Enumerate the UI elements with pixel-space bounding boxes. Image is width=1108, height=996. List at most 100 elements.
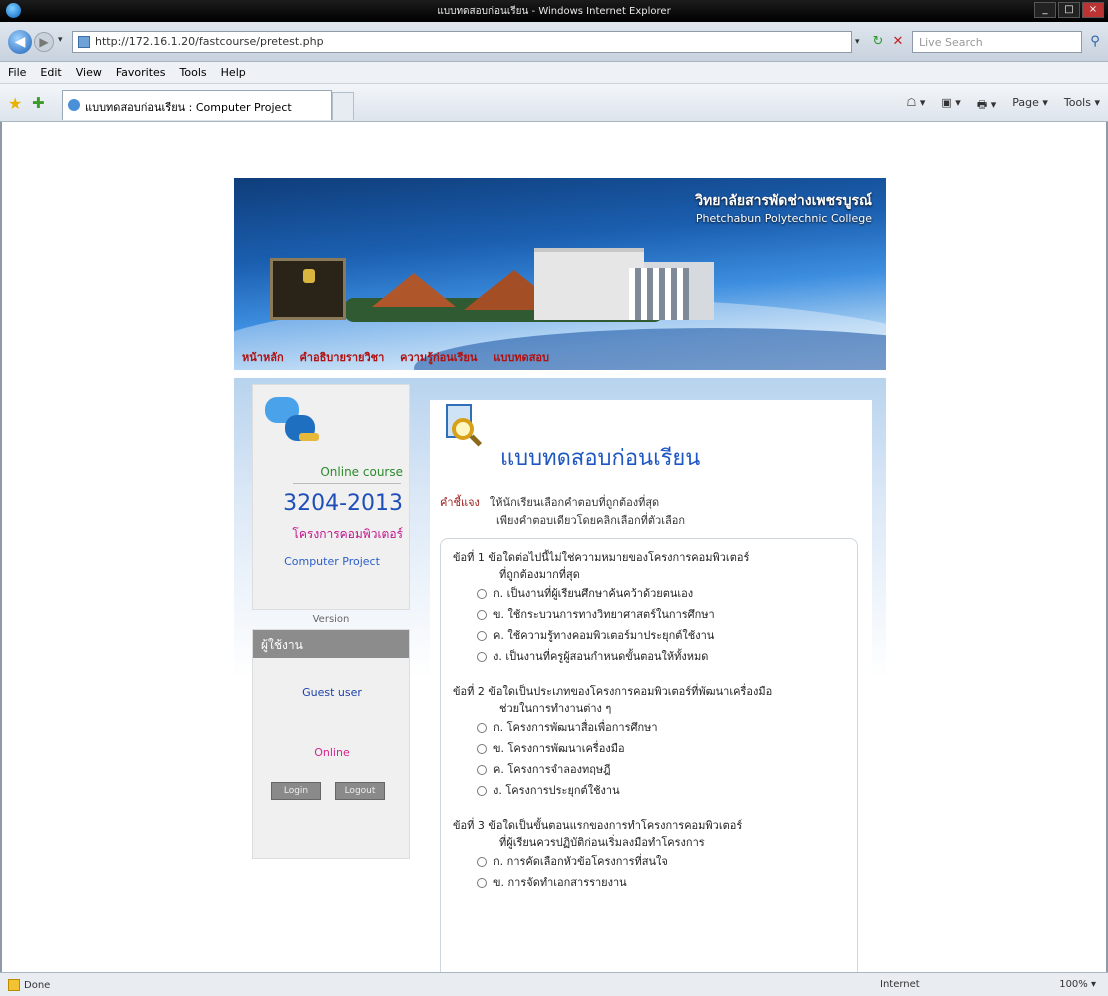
search-icon[interactable]: ⚲	[1086, 33, 1104, 51]
stop-icon[interactable]: ✕	[890, 34, 906, 50]
option-q1-a[interactable]: ก. เป็นงานที่ผู้เรียนศึกษาค้นคว้าด้วยตนเ…	[453, 583, 857, 604]
close-button[interactable]: ×	[1082, 2, 1104, 18]
option-q3-a[interactable]: ก. การคัดเลือกหัวข้อโครงการที่สนใจ	[453, 851, 857, 872]
question-text-cont: ที่ถูกต้องมากที่สุด	[499, 568, 580, 581]
content-area: Online course 3204-2013 โครงการคอมพิวเตอ…	[234, 378, 886, 972]
question-text: ข้อที่ 1 ข้อใดต่อไปนี้ไม่ใช่ความหมายของโ…	[453, 551, 750, 564]
course-code: 3204-2013	[283, 491, 403, 516]
version-text: Version	[312, 614, 350, 625]
page-icon	[78, 36, 90, 48]
menu-tools[interactable]: Tools	[180, 66, 207, 83]
add-favorites-icon[interactable]: ✚	[32, 94, 45, 112]
nav-test[interactable]: แบบทดสอบ	[493, 351, 549, 364]
page-status-icon	[8, 979, 20, 991]
tab-label: แบบทดสอบก่อนเรียน : Computer Project	[85, 101, 292, 114]
radio-button[interactable]	[477, 651, 487, 662]
security-zone[interactable]: Internet	[880, 979, 920, 990]
instruction: คำชี้แจง ให้นักเรียนเลือกคำตอบที่ถูกต้องท…	[440, 494, 860, 530]
question-text-cont: ที่ผู้เรียนควรปฏิบัติก่อนเริ่มลงมือทำโคร…	[499, 836, 705, 849]
window-controls: _ □ ×	[1034, 2, 1104, 18]
window-titlebar: แบบทดสอบก่อนเรียน - Windows Internet Exp…	[0, 0, 1108, 22]
site-nav: หน้าหลัก คำอธิบายรายวิชา ความรู้ก่อนเรีย…	[242, 348, 561, 366]
magnifier-document-icon	[444, 404, 484, 450]
nav-home[interactable]: หน้าหลัก	[242, 351, 284, 364]
menu-help[interactable]: Help	[221, 66, 246, 83]
online-course-label: Online course	[320, 465, 403, 479]
main-content: แบบทดสอบก่อนเรียน คำชี้แจง ให้นักเรียนเลื…	[430, 400, 872, 972]
radio-button[interactable]	[477, 588, 487, 599]
menu-file[interactable]: File	[8, 66, 26, 83]
page-menu-button[interactable]: Page ▾	[1012, 96, 1048, 115]
instruction-label: คำชี้แจง	[440, 496, 480, 509]
question-panel: ข้อที่ 1 ข้อใดต่อไปนี้ไม่ใช่ความหมายของโ…	[440, 538, 858, 972]
url-text: http://172.16.1.20/fastcourse/pretest.ph…	[95, 35, 324, 48]
home-button[interactable]: ☖ ▾	[907, 96, 926, 115]
status-bar: Done Internet 100% ▾	[0, 972, 1108, 996]
print-button[interactable]: 🖶 ▾	[977, 96, 996, 115]
question-text-cont: ช่วยในการทำงานต่าง ๆ	[499, 702, 612, 715]
left-sidebar: Online course 3204-2013 โครงการคอมพิวเตอ…	[252, 384, 412, 859]
login-button[interactable]: Login	[271, 782, 321, 800]
online-chat-icon	[265, 397, 323, 449]
search-input[interactable]: Live Search	[912, 31, 1082, 53]
college-sign-image	[270, 258, 346, 320]
login-user: Guest user	[302, 686, 362, 699]
tab-current[interactable]: แบบทดสอบก่อนเรียน : Computer Project	[62, 90, 332, 120]
course-name-en: Computer Project	[284, 555, 380, 568]
menu-bar: File Edit View Favorites Tools Help	[0, 62, 1108, 84]
tools-menu-button[interactable]: Tools ▾	[1064, 96, 1100, 115]
banner-title: วิทยาลัยสารพัดช่างเพชรบูรณ์ Phetchabun P…	[695, 192, 872, 228]
option-q1-d[interactable]: ง. เป็นงานที่ครูผู้สอนกำหนดขั้นตอนให้ทั้…	[453, 646, 857, 667]
menu-favorites[interactable]: Favorites	[116, 66, 166, 83]
option-q2-b[interactable]: ข. โครงการพัฒนาเครื่องมือ	[453, 738, 857, 759]
radio-button[interactable]	[477, 877, 487, 888]
login-box: ผู้ใช้งาน Guest user Online Login Logout	[252, 629, 410, 859]
radio-button[interactable]	[477, 722, 487, 733]
nav-course-description[interactable]: คำอธิบายรายวิชา	[299, 351, 384, 364]
radio-button[interactable]	[477, 630, 487, 641]
address-dropdown-icon[interactable]: ▾	[855, 34, 867, 50]
option-q2-a[interactable]: ก. โครงการพัฒนาสื่อเพื่อการศึกษา	[453, 717, 857, 738]
course-info-box: Online course 3204-2013 โครงการคอมพิวเตอ…	[252, 384, 410, 610]
address-input[interactable]: http://172.16.1.20/fastcourse/pretest.ph…	[72, 31, 852, 53]
course-name-th: โครงการคอมพิวเตอร์	[292, 527, 403, 541]
question-text: ข้อที่ 2 ข้อใดเป็นประเภทของโครงการคอมพิว…	[453, 685, 773, 698]
login-status: Online	[314, 746, 350, 759]
logout-button[interactable]: Logout	[335, 782, 385, 800]
radio-button[interactable]	[477, 743, 487, 754]
menu-edit[interactable]: Edit	[40, 66, 61, 83]
college-name-th: วิทยาลัยสารพัดช่างเพชรบูรณ์	[695, 193, 872, 209]
radio-button[interactable]	[477, 609, 487, 620]
radio-button[interactable]	[477, 764, 487, 775]
feeds-button[interactable]: ▣ ▾	[941, 96, 960, 115]
radio-button[interactable]	[477, 785, 487, 796]
favorites-star-icon[interactable]: ★	[8, 94, 22, 113]
radio-button[interactable]	[477, 856, 487, 867]
instruction-line-2: เพียงคำตอบเดียวโดยคลิกเลือกที่ตัวเลือก	[496, 514, 685, 527]
option-q2-d[interactable]: ง. โครงการประยุกต์ใช้งาน	[453, 780, 857, 801]
question-text: ข้อที่ 3 ข้อใดเป็นขั้นตอนแรกของการทำโครง…	[453, 819, 743, 832]
question-3: ข้อที่ 3 ข้อใดเป็นขั้นตอนแรกของการทำโครง…	[453, 817, 857, 893]
zoom-level[interactable]: 100% ▾	[1059, 979, 1096, 990]
page-title: แบบทดสอบก่อนเรียน	[500, 446, 701, 471]
nav-prior-knowledge[interactable]: ความรู้ก่อนเรียน	[400, 351, 477, 364]
command-bar: ☖ ▾ ▣ ▾ 🖶 ▾ Page ▾ Tools ▾	[907, 96, 1101, 115]
option-q2-c[interactable]: ค. โครงการจำลองทฤษฎี	[453, 759, 857, 780]
refresh-icon[interactable]: ↻	[870, 34, 886, 50]
history-dropdown-icon[interactable]: ▾	[58, 35, 63, 45]
question-2: ข้อที่ 2 ข้อใดเป็นประเภทของโครงการคอมพิว…	[453, 683, 857, 801]
maximize-button[interactable]: □	[1058, 2, 1080, 18]
new-tab-button[interactable]	[332, 92, 354, 120]
login-buttons: Login Logout	[271, 782, 385, 800]
option-q1-b[interactable]: ข. ใช้กระบวนการทางวิทยาศาสตร์ในการศึกษา	[453, 604, 857, 625]
college-banner: วิทยาลัยสารพัดช่างเพชรบูรณ์ Phetchabun P…	[234, 178, 886, 370]
address-toolbar: ◀ ▶ ▾ http://172.16.1.20/fastcourse/pret…	[0, 22, 1108, 62]
forward-button[interactable]: ▶	[34, 32, 54, 52]
option-q1-c[interactable]: ค. ใช้ความรู้ทางคอมพิวเตอร์มาประยุกต์ใช้…	[453, 625, 857, 646]
menu-view[interactable]: View	[76, 66, 102, 83]
instruction-line-1: ให้นักเรียนเลือกคำตอบที่ถูกต้องที่สุด	[489, 496, 660, 509]
minimize-button[interactable]: _	[1034, 2, 1056, 18]
option-q3-b[interactable]: ข. การจัดทำเอกสารรายงาน	[453, 872, 857, 893]
login-title: ผู้ใช้งาน	[253, 630, 409, 658]
back-button[interactable]: ◀	[8, 30, 32, 54]
